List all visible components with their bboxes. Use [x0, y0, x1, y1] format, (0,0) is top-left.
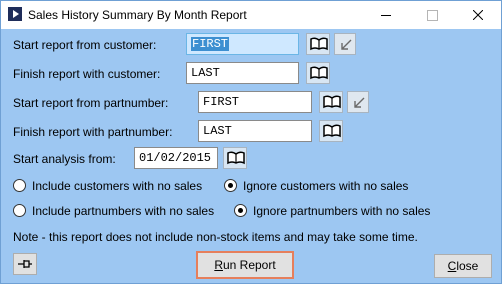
finish-customer-label: Finish report with customer:	[13, 67, 161, 81]
book-icon	[323, 124, 341, 138]
arrow-down-left-icon	[354, 97, 365, 108]
ignore-partnumbers-label[interactable]: Ignore partnumbers with no sales	[253, 204, 430, 218]
include-customers-label[interactable]: Include customers with no sales	[32, 179, 202, 193]
book-icon	[227, 151, 245, 165]
close-button[interactable]: Close	[434, 254, 492, 278]
finish-part-label: Finish report with partnumber:	[13, 125, 173, 139]
finish-part-lookup-button[interactable]	[319, 120, 343, 142]
start-part-copy-button[interactable]	[347, 91, 369, 113]
start-customer-lookup-button[interactable]	[306, 33, 330, 55]
arrow-down-left-icon	[341, 39, 352, 50]
run-report-button[interactable]: Run Report	[196, 251, 294, 279]
start-customer-field[interactable]: FIRST	[186, 33, 299, 55]
analysis-date-lookup-button[interactable]	[223, 147, 247, 169]
analysis-start-label: Start analysis from:	[13, 152, 116, 166]
finish-customer-lookup-button[interactable]	[306, 62, 330, 84]
finish-part-field[interactable]: LAST	[198, 120, 312, 142]
app-icon	[8, 7, 22, 21]
report-dialog: Sales History Summary By Month Report St…	[0, 0, 502, 284]
include-partnumbers-radio[interactable]	[13, 204, 26, 217]
include-partnumbers-label[interactable]: Include partnumbers with no sales	[32, 204, 214, 218]
minimize-button[interactable]	[363, 1, 409, 29]
window-title: Sales History Summary By Month Report	[28, 8, 247, 22]
maximize-button[interactable]	[409, 1, 455, 29]
ignore-customers-label[interactable]: Ignore customers with no sales	[243, 179, 408, 193]
analysis-start-field[interactable]: 01/02/2015	[134, 147, 218, 169]
finish-customer-field[interactable]: LAST	[186, 62, 299, 84]
start-part-label: Start report from partnumber:	[13, 96, 169, 110]
include-customers-radio[interactable]	[13, 179, 26, 192]
start-part-field[interactable]: FIRST	[198, 91, 312, 113]
close-icon	[473, 10, 483, 20]
ignore-partnumbers-radio[interactable]	[234, 204, 247, 217]
close-window-button[interactable]	[455, 1, 501, 29]
report-note: Note - this report does not include non-…	[13, 230, 418, 244]
start-customer-label: Start report from customer:	[13, 38, 157, 52]
title-bar[interactable]: Sales History Summary By Month Report	[1, 1, 501, 29]
start-customer-value: FIRST	[191, 37, 230, 51]
book-icon	[323, 95, 341, 109]
close-label: lose	[456, 259, 479, 273]
start-part-lookup-button[interactable]	[319, 91, 343, 113]
ignore-customers-radio[interactable]	[224, 179, 237, 192]
pin-button[interactable]	[13, 253, 37, 275]
book-icon	[310, 37, 328, 51]
book-icon	[310, 66, 328, 80]
pin-icon	[18, 260, 32, 268]
run-report-mnemonic: R	[214, 258, 223, 272]
run-report-label: un Report	[222, 258, 276, 272]
start-customer-copy-button[interactable]	[334, 33, 356, 55]
